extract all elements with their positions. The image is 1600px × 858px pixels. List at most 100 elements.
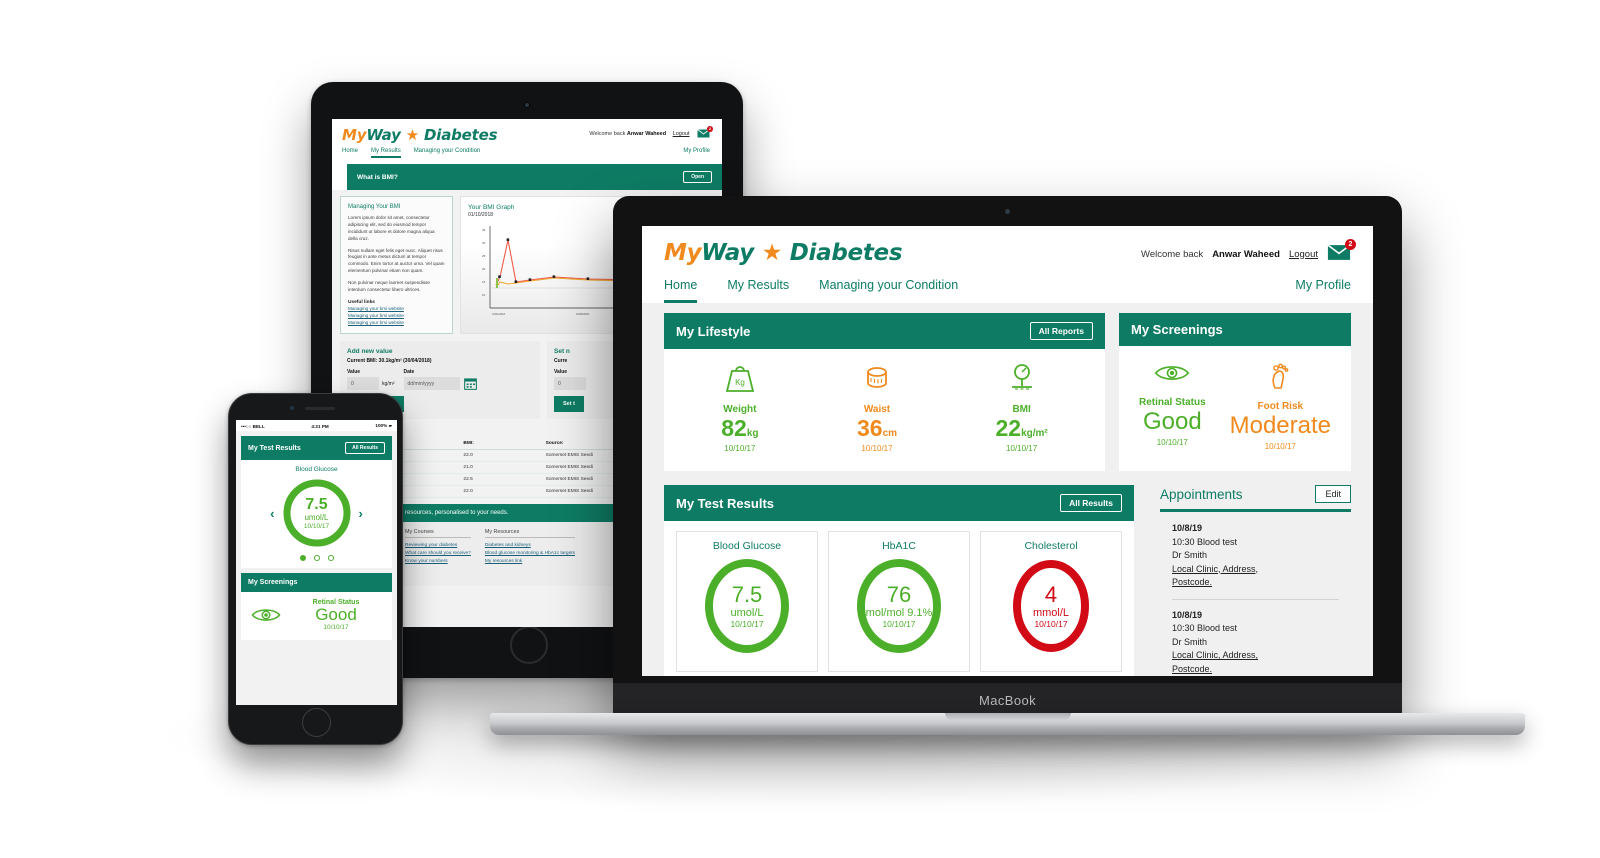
tile-hba1c[interactable]: HbA1C 76 mol/mol 9.1% 10/10/17 (828, 531, 970, 672)
appointment-location-2[interactable]: Postcode. (1172, 664, 1212, 674)
tablet-logout-link[interactable]: Logout (673, 131, 690, 137)
tablet-resource-link-2[interactable]: Blood glucose monitoring & HbA1c targets (485, 550, 575, 558)
laptop-nav-home[interactable]: Home (664, 278, 698, 303)
phone-carrier: •••○○ BELL (241, 423, 265, 429)
phone-carousel-dots (246, 555, 387, 561)
tile-blood-glucose[interactable]: Blood Glucose 7.5 umol/L 10/10/17 (676, 531, 818, 672)
tile-value: 7.5 (731, 581, 763, 607)
tile-unit: umol/L (730, 607, 764, 620)
tablet-messages-button[interactable]: 2 (697, 126, 713, 140)
svg-text:20: 20 (482, 267, 486, 271)
phone-prev-arrow-icon[interactable]: ‹ (270, 507, 274, 520)
phone-test-results-header: My Test Results All Results (241, 436, 392, 460)
tablet-nav-managing[interactable]: Managing your Condition (414, 148, 481, 158)
tablet-nav-home[interactable]: Home (342, 148, 358, 158)
tablet-useful-link-1[interactable]: Managing your bmi website (348, 305, 445, 312)
tablet-value-input[interactable]: 0 (347, 377, 379, 391)
tablet-date-input[interactable]: dd/mm/yyyy (403, 377, 460, 391)
cell-bmi: 22.5 (463, 473, 546, 487)
carousel-dot-3[interactable] (327, 555, 334, 561)
laptop-main: My Lifestyle All Reports Kg Weight 82kg … (642, 303, 1373, 676)
tablet-course-link-3[interactable]: Know your numbers (405, 558, 471, 566)
tablet-courses-title: My Courses (405, 529, 471, 539)
calendar-icon[interactable] (463, 377, 477, 391)
laptop-device: MyWay ★ Diabetes Welcome back Anwar Wahe… (490, 196, 1525, 736)
all-reports-button[interactable]: All Reports (1029, 322, 1093, 340)
laptop-logout-link[interactable]: Logout (1289, 249, 1318, 260)
tablet-resource-link-3[interactable]: My resources link (485, 558, 575, 566)
logo-star-icon: ★ (405, 126, 419, 144)
tablet-set-target-button[interactable]: Set t (554, 396, 584, 413)
tablet-nav-my-results[interactable]: My Results (371, 148, 401, 158)
carousel-dot-1[interactable] (299, 555, 306, 561)
appointment-item[interactable]: 10/8/19 10:30 Blood test Dr Smith Local … (1160, 609, 1351, 677)
tile-ring-values: 4 mmol/L 10/10/17 (1033, 582, 1069, 629)
laptop-welcome-bar: Welcome back Anwar Waheed Logout 2 (1141, 239, 1356, 264)
phone-ring-values: 7.5 umol/L 10/10/17 (304, 496, 329, 530)
weight-icon: Kg (725, 366, 755, 392)
cell-bmi: 22.0 (463, 485, 546, 499)
tablet-useful-link-2[interactable]: Managing your bmi website (348, 312, 445, 319)
waist-unit: cm (882, 428, 898, 439)
appointment-location-1[interactable]: Local Clinic, Address, (1172, 564, 1258, 574)
laptop-nav-my-profile[interactable]: My Profile (1295, 278, 1351, 300)
tile-cholesterol[interactable]: Cholesterol 4 mmol/L 10/10/17 (980, 531, 1122, 672)
tablet-current-bmi-label: Current BMI: (347, 358, 378, 365)
phone-speaker (304, 407, 335, 410)
phone-screenings-card: My Screenings Retinal Status Good 10/10/… (241, 573, 392, 640)
laptop-nav-my-results[interactable]: My Results (727, 278, 789, 303)
laptop-messages-button[interactable]: 2 (1327, 239, 1356, 264)
top-panels-row: My Lifestyle All Reports Kg Weight 82kg … (664, 313, 1351, 471)
lifestyle-title: My Lifestyle (676, 323, 751, 339)
weight-number: 82 (721, 415, 747, 441)
laptop-nav-managing[interactable]: Managing your Condition (819, 278, 958, 303)
laptop-user-name: Anwar Waheed (1212, 248, 1280, 260)
tile-name: Cholesterol (1024, 540, 1078, 552)
tablet-home-button[interactable] (510, 626, 548, 664)
appointment-time-type: 10:30 Blood test (1172, 623, 1238, 633)
phone-glucose-ring: 7.5 umol/L 10/10/17 (281, 477, 353, 549)
tablet-banner-text: What is BMI? (357, 173, 398, 181)
phone-screenings-title: My Screenings (248, 579, 298, 586)
laptop-base-notch (944, 713, 1071, 720)
tablet-useful-link-3[interactable]: Managing your bmi website (348, 319, 445, 326)
carousel-dot-2[interactable] (313, 555, 320, 561)
tablet-course-link-2[interactable]: What care should you receive? (405, 550, 471, 558)
tablet-value-label: Value (347, 369, 361, 376)
appointment-item[interactable]: 10/8/19 10:30 Blood test Dr Smith Local … (1160, 522, 1351, 590)
test-result-tiles-row-2: Blood Pressure eGFR Albumin/Creatinine (664, 672, 1134, 676)
tablet-nav-my-profile[interactable]: My Profile (683, 148, 710, 154)
tablet-managing-p1: Lorem ipsum dolor sit amet, consectetur … (348, 215, 435, 241)
col-bmi: BMI: (463, 438, 546, 451)
tablet-managing-p2: Risus nullam eget felis eget nunc. Aliqu… (348, 247, 445, 274)
phone-test-results-card: My Test Results All Results Blood Glucos… (241, 436, 392, 568)
retinal-label: Retinal Status (1138, 397, 1206, 408)
appointments-edit-button[interactable]: Edit (1315, 485, 1351, 503)
tablet-add-value-title: Add new value (347, 348, 393, 356)
all-results-button[interactable]: All Results (1060, 494, 1122, 512)
phone-glucose-date: 10/10/17 (303, 522, 330, 530)
appointment-location-1[interactable]: Local Clinic, Address, (1172, 650, 1258, 660)
tablet-managing-title: Managing Your BMI (348, 204, 401, 210)
bmi-scale-icon (1011, 364, 1032, 390)
tablet-resource-link-1[interactable]: Diabetes and kidneys (485, 542, 575, 550)
phone-next-arrow-icon[interactable]: › (359, 507, 363, 520)
laptop-screen: MyWay ★ Diabetes Welcome back Anwar Wahe… (642, 226, 1373, 676)
appointment-location-2[interactable]: Postcode. (1172, 577, 1212, 587)
bmi-date: 10/10/17 (1006, 444, 1038, 453)
phone-all-results-button[interactable]: All Results (345, 442, 385, 454)
tile-unit: mol/mol 9.1% (865, 607, 933, 620)
tablet-banner-open-button[interactable]: Open (683, 171, 712, 183)
logo-diabetes: Diabetes (424, 126, 498, 144)
tablet-set-target-input[interactable]: 0 (554, 377, 586, 391)
foot-icon (1272, 363, 1289, 389)
tile-name: HbA1C (882, 540, 916, 552)
tablet-message-badge: 2 (707, 126, 713, 132)
retinal-value: Good (1142, 408, 1202, 435)
tile-ring: 4 mmol/L 10/10/17 (1005, 556, 1097, 656)
tablet-course-link-1[interactable]: Reviewing your diabetes (405, 542, 471, 550)
svg-text:01/05/2018: 01/05/2018 (576, 312, 590, 316)
phone-home-button[interactable] (302, 708, 331, 737)
tablet-header: MyWay ★ Diabetes Welcome back Anwar Wahe… (332, 119, 722, 144)
my-test-results-panel: My Test Results All Results Blood Glucos… (664, 485, 1134, 676)
